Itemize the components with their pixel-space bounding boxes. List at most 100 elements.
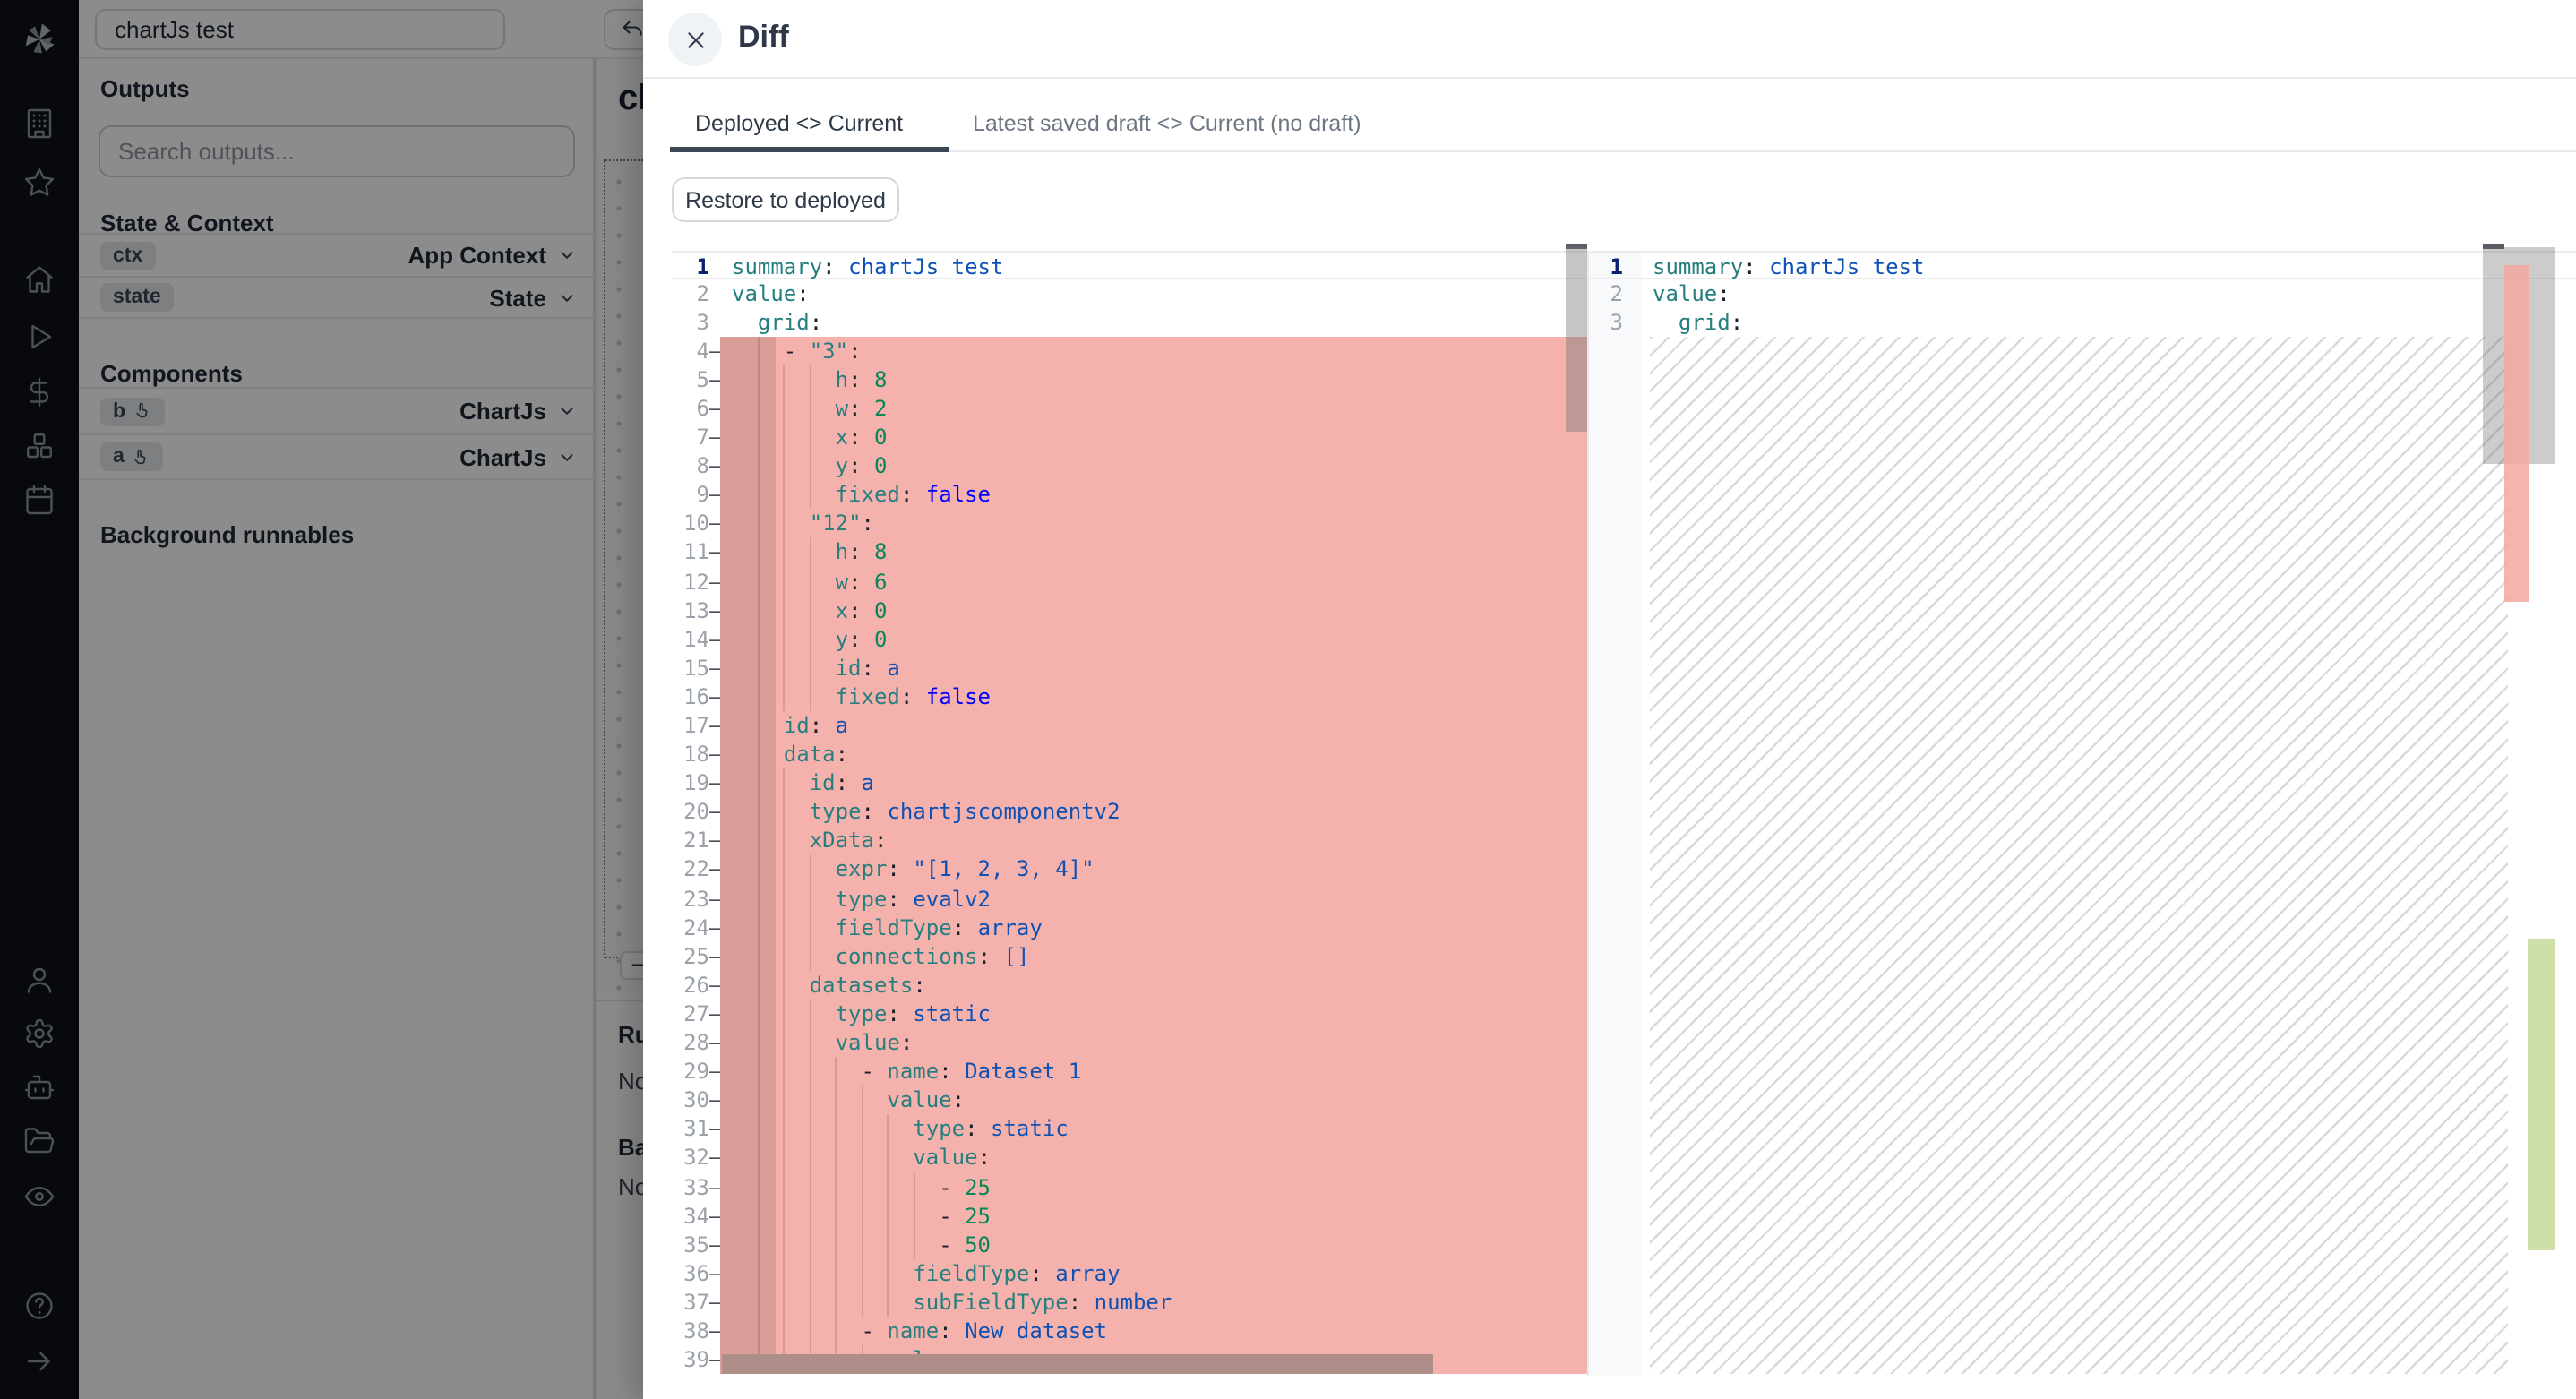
overview-ruler-added-mark [2528, 939, 2555, 1250]
removed-line-marker: – [709, 711, 720, 740]
line-number: 36– [672, 1259, 720, 1288]
code-line: fieldType: array [720, 1259, 1587, 1288]
code-line: summary: chartJs test [1641, 250, 2576, 279]
code-line: w: 6 [720, 567, 1587, 596]
vertical-scrollbar-left[interactable] [1566, 247, 1587, 432]
code-line: w: 2 [720, 394, 1587, 423]
line-number: 30– [672, 1086, 720, 1114]
line-number: 34– [672, 1201, 720, 1230]
line-number: 33– [672, 1172, 720, 1201]
tabbar-border [670, 150, 2576, 151]
horizontal-scrollbar[interactable] [722, 1354, 1433, 1374]
code-line: - name: Dataset 1 [720, 1057, 1587, 1086]
tab-draft-current[interactable]: Latest saved draft <> Current (no draft) [973, 111, 1361, 136]
code-line: h: 8 [720, 365, 1587, 394]
code-line: value: [1641, 279, 2576, 307]
line-number: 35– [672, 1230, 720, 1258]
line-number: 21– [672, 827, 720, 855]
code-line: h: 8 [720, 538, 1587, 567]
line-number: 4– [672, 337, 720, 365]
code-line: id: a [720, 654, 1587, 682]
diff-left-editor[interactable]: summary: chartJs testvalue: grid: - "3":… [720, 250, 1587, 1375]
line-number: 38– [672, 1317, 720, 1345]
line-number: 5– [672, 365, 720, 394]
line-number: 12– [672, 567, 720, 596]
active-tab-underline [670, 146, 949, 151]
code-line: xData: [720, 827, 1587, 855]
line-number: 15– [672, 654, 720, 682]
code-line: - 25 [720, 1201, 1587, 1230]
removed-line-marker: – [709, 827, 720, 855]
diff-right-gutter: 123 [1587, 250, 1641, 1375]
code-line: - "3": [720, 337, 1587, 365]
code-line: value: [720, 1144, 1587, 1172]
code-line: "12": [720, 510, 1587, 538]
line-number: 25– [672, 942, 720, 971]
line-number: 18– [672, 740, 720, 768]
line-number: 26– [672, 971, 720, 1000]
code-line: - name: New dataset [720, 1317, 1587, 1345]
line-number: 31– [672, 1115, 720, 1144]
line-number: 13– [672, 596, 720, 624]
line-number: 7– [672, 423, 720, 451]
scrollbar-cap [2483, 243, 2504, 248]
removed-line-marker: – [709, 624, 720, 653]
line-number: 28– [672, 1028, 720, 1057]
removed-line-marker: – [709, 768, 720, 797]
removed-line-marker: – [709, 682, 720, 711]
restore-to-deployed-button[interactable]: Restore to deployed [672, 177, 899, 222]
line-number: 1 [1589, 250, 1641, 279]
line-number: 14– [672, 624, 720, 653]
removed-line-marker: – [709, 740, 720, 768]
removed-line-marker: – [709, 1000, 720, 1028]
code-line: type: evalv2 [720, 884, 1587, 913]
line-number: 39– [672, 1345, 720, 1374]
removed-line-marker: – [709, 596, 720, 624]
removed-line-marker: – [709, 1086, 720, 1114]
removed-line-marker: – [709, 394, 720, 423]
code-line: x: 0 [720, 423, 1587, 451]
removed-line-marker: – [709, 510, 720, 538]
modal-overlay[interactable] [0, 0, 643, 1399]
removed-line-marker: – [709, 1057, 720, 1086]
code-line: connections: [] [720, 942, 1587, 971]
removed-line-marker: – [709, 855, 720, 884]
removed-line-marker: – [709, 1259, 720, 1288]
removed-line-marker: – [709, 1028, 720, 1057]
code-line: type: chartjscomponentv2 [720, 798, 1587, 827]
removed-line-marker: – [709, 654, 720, 682]
line-number: 3 [672, 307, 720, 336]
tab-deployed-current[interactable]: Deployed <> Current [695, 111, 903, 136]
removed-line-marker: – [709, 913, 720, 941]
removed-line-marker: – [709, 942, 720, 971]
line-number: 11– [672, 538, 720, 567]
line-number: 20– [672, 798, 720, 827]
line-number: 22– [672, 855, 720, 884]
line-number: 16– [672, 682, 720, 711]
line-number: 27– [672, 1000, 720, 1028]
code-line: y: 0 [720, 624, 1587, 653]
close-button[interactable] [668, 13, 722, 66]
line-number: 17– [672, 711, 720, 740]
code-line: value: [720, 279, 1587, 307]
removed-line-marker: – [709, 451, 720, 480]
code-line: grid: [1641, 307, 2576, 336]
removed-line-marker: – [709, 1345, 720, 1374]
code-line: x: 0 [720, 596, 1587, 624]
code-line: id: a [720, 711, 1587, 740]
code-line: fieldType: array [720, 913, 1587, 941]
removed-line-marker: – [709, 884, 720, 913]
code-line: datasets: [720, 971, 1587, 1000]
removed-line-marker: – [709, 365, 720, 394]
diff-left-gutter: 1234–5–6–7–8–9–10–11–12–13–14–15–16–17–1… [672, 250, 720, 1375]
code-line: subFieldType: number [720, 1288, 1587, 1317]
code-line: summary: chartJs test [720, 250, 1587, 279]
code-line: y: 0 [720, 451, 1587, 480]
code-line: value: [720, 1028, 1587, 1057]
line-number: 3 [1589, 307, 1641, 336]
line-number: 37– [672, 1288, 720, 1317]
removed-line-marker: – [709, 1230, 720, 1258]
code-line: - 50 [720, 1230, 1587, 1258]
removed-line-marker: – [709, 567, 720, 596]
removed-line-marker: – [709, 481, 720, 510]
